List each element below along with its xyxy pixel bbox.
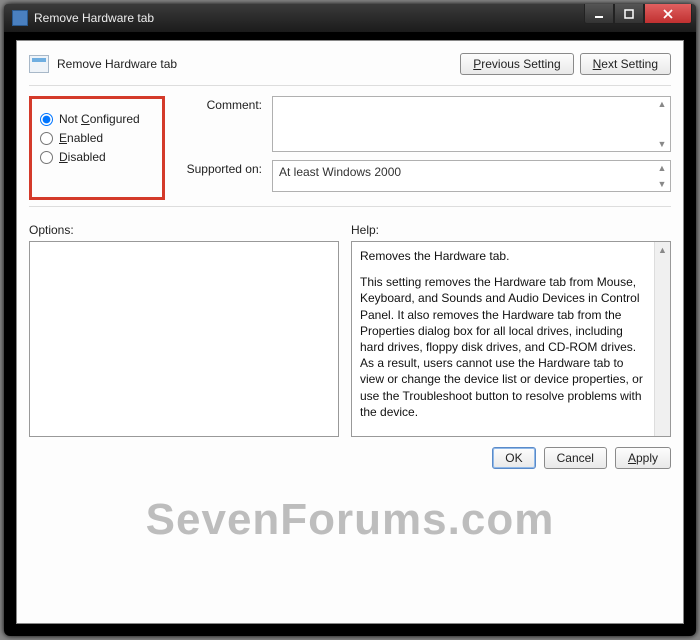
- window-title: Remove Hardware tab: [34, 11, 154, 25]
- comment-label: Comment:: [177, 96, 272, 112]
- maximize-button[interactable]: [614, 4, 644, 24]
- apply-button[interactable]: Apply: [615, 447, 671, 469]
- supported-value: At least Windows 2000: [273, 161, 670, 183]
- help-panel: Removes the Hardware tab. This setting r…: [351, 241, 671, 437]
- cancel-button[interactable]: Cancel: [544, 447, 607, 469]
- help-paragraph: Removes the Hardware tab.: [360, 248, 650, 264]
- minimize-button[interactable]: [584, 4, 614, 24]
- titlebar[interactable]: Remove Hardware tab: [4, 4, 696, 32]
- supported-field: At least Windows 2000 ▲ ▼: [272, 160, 671, 192]
- options-label: Options:: [29, 223, 339, 237]
- radio-not-configured-label[interactable]: Not Configured: [59, 112, 140, 126]
- radio-enabled[interactable]: [40, 132, 53, 145]
- close-button[interactable]: [644, 4, 692, 24]
- watermark: SevenForums.com: [17, 495, 683, 545]
- policy-title: Remove Hardware tab: [57, 57, 460, 71]
- divider: [29, 206, 671, 207]
- app-icon: [12, 10, 28, 26]
- scroll-down-icon[interactable]: ▼: [654, 137, 670, 151]
- supported-scrollbar[interactable]: ▲ ▼: [654, 161, 670, 191]
- comment-scrollbar[interactable]: ▲ ▼: [654, 97, 670, 151]
- state-radio-group: Not Configured Enabled Disabled: [29, 96, 165, 200]
- radio-disabled-label[interactable]: Disabled: [59, 150, 106, 164]
- previous-setting-button[interactable]: Previous Setting: [460, 53, 573, 75]
- radio-not-configured[interactable]: [40, 113, 53, 126]
- scroll-up-icon[interactable]: ▲: [654, 161, 670, 175]
- help-label: Help:: [351, 223, 671, 237]
- ok-button[interactable]: OK: [492, 447, 535, 469]
- comment-field[interactable]: ▲ ▼: [272, 96, 671, 152]
- options-panel: [29, 241, 339, 437]
- help-scrollbar[interactable]: ▲: [654, 242, 670, 436]
- scroll-down-icon[interactable]: ▼: [654, 177, 670, 191]
- scroll-up-icon[interactable]: ▲: [655, 242, 670, 258]
- scroll-up-icon[interactable]: ▲: [654, 97, 670, 111]
- radio-enabled-label[interactable]: Enabled: [59, 131, 103, 145]
- help-paragraph: This setting removes the Hardware tab fr…: [360, 274, 650, 420]
- divider: [29, 85, 671, 86]
- radio-disabled[interactable]: [40, 151, 53, 164]
- policy-icon: [29, 55, 49, 73]
- supported-label: Supported on:: [177, 160, 272, 176]
- next-setting-button[interactable]: Next Setting: [580, 53, 671, 75]
